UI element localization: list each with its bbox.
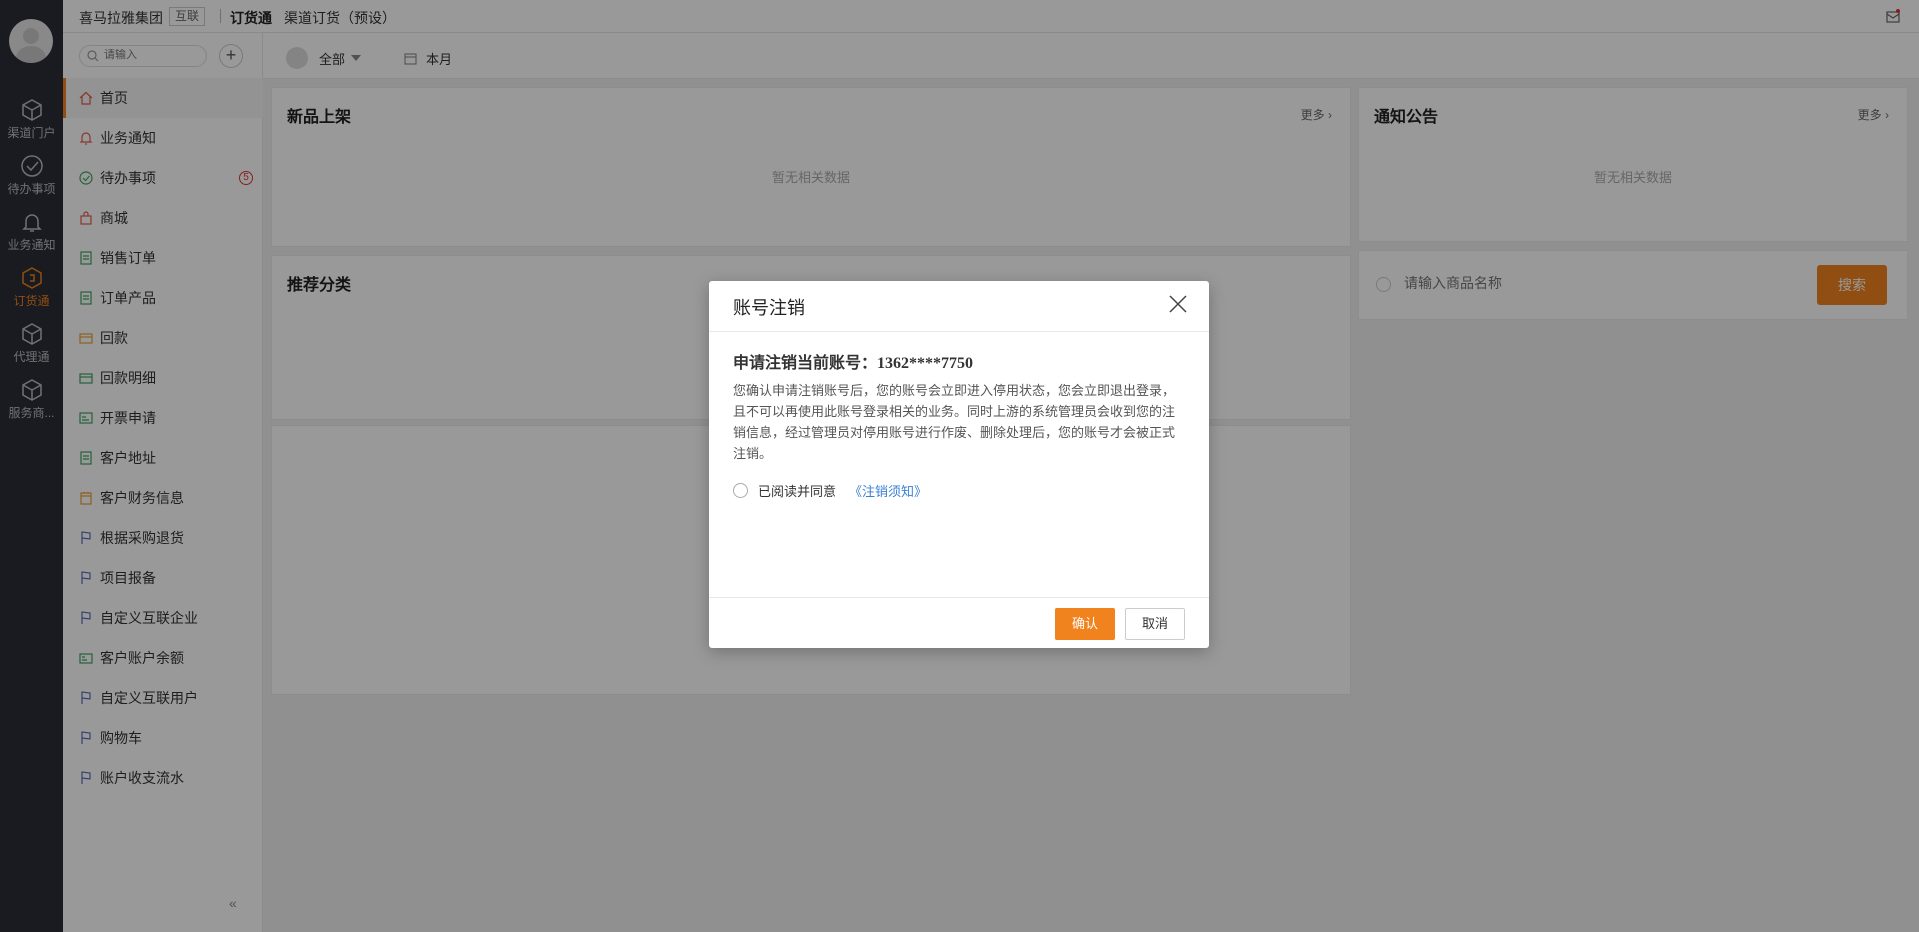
agree-label[interactable]: 已阅读并同意 bbox=[758, 481, 836, 500]
dialog-description: 您确认申请注销账号后，您的账号会立即进入停用状态，您会立即退出登录，且不可以再使… bbox=[733, 383, 1176, 461]
dialog-title: 账号注销 bbox=[733, 298, 805, 318]
dialog-footer-divider bbox=[709, 597, 1209, 598]
confirm-button[interactable]: 确认 bbox=[1055, 608, 1115, 640]
close-icon[interactable] bbox=[1167, 293, 1189, 315]
dialog-header: 账号注销 bbox=[709, 281, 1209, 332]
account-cancel-dialog: 账号注销 申请注销当前账号：1362****7750 您确认申请注销账号后，您的… bbox=[709, 281, 1209, 648]
dialog-heading: 申请注销当前账号：1362****7750 bbox=[733, 355, 974, 372]
cancel-button[interactable]: 取消 bbox=[1125, 608, 1185, 640]
cancel-notice-link[interactable]: 《注销须知》 bbox=[849, 481, 927, 500]
agree-radio[interactable] bbox=[733, 483, 748, 498]
